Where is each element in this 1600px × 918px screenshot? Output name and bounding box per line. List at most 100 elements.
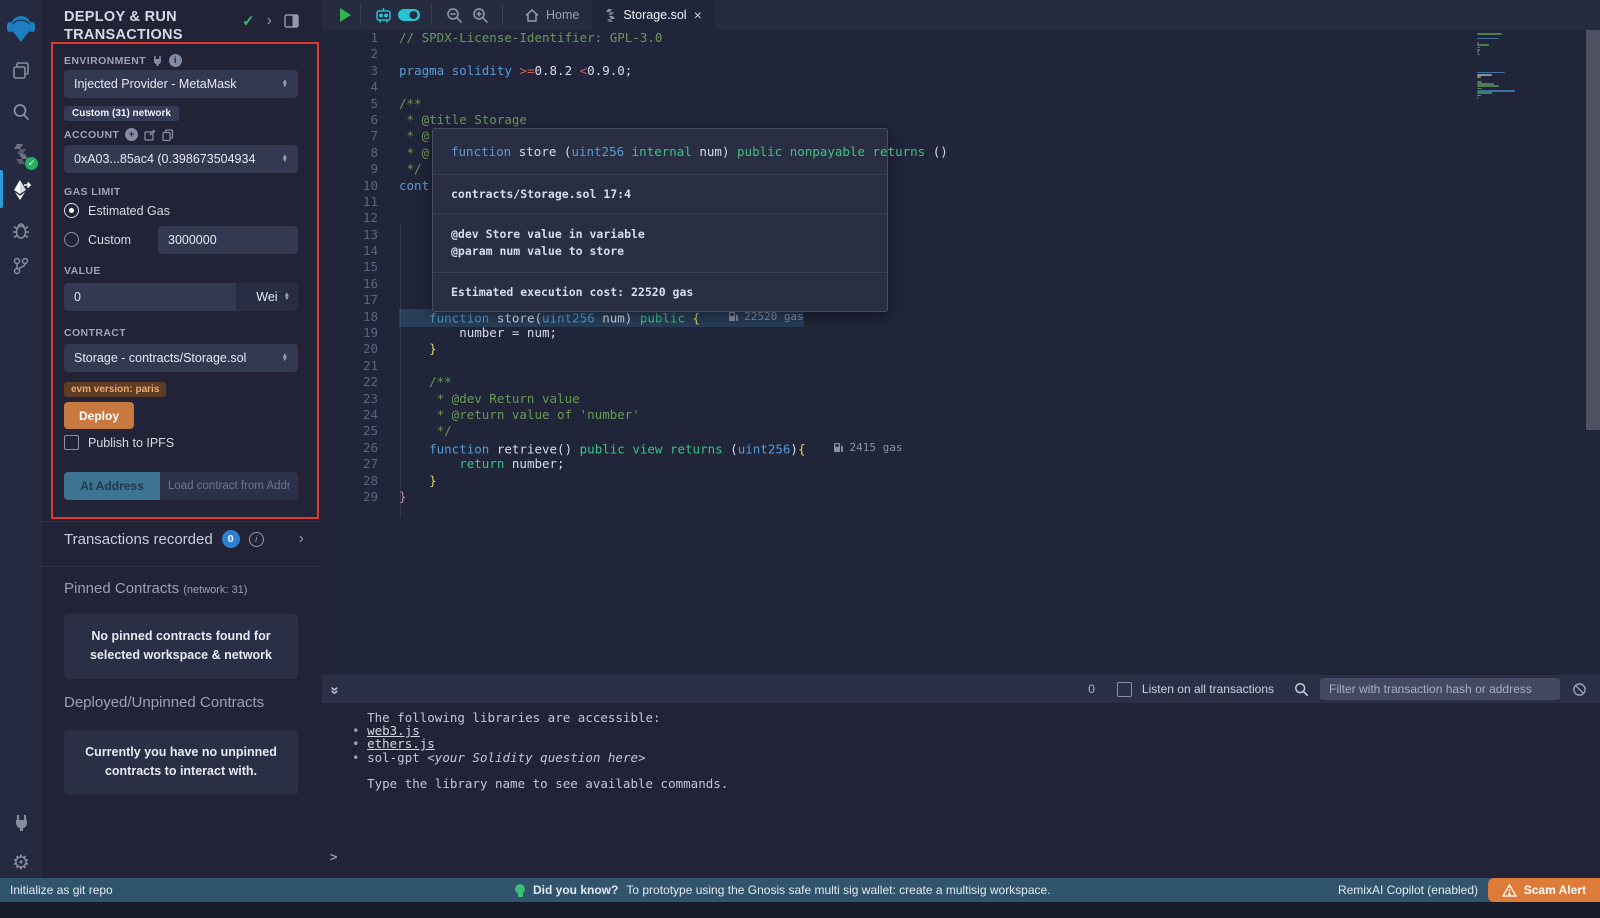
transaction-filter-input[interactable] (1320, 678, 1560, 700)
terminal-prompt[interactable]: > (330, 849, 338, 864)
terminal-line: • sol-gpt <your Solidity question here> (352, 751, 728, 764)
zoom-out-icon[interactable] (441, 2, 467, 28)
deployed-empty-message: Currently you have no unpinned contracts… (64, 730, 298, 795)
zoom-in-icon[interactable] (467, 2, 493, 28)
status-bar: Initialize as git repo Did you know? To … (0, 878, 1600, 902)
main-area: Home Storage.sol × 1// SPDX-License-Iden… (322, 0, 1600, 878)
deploy-run-icon[interactable] (0, 172, 42, 208)
value-label: VALUE (64, 265, 101, 277)
transactions-expand-chevron[interactable]: › (299, 531, 304, 547)
remix-logo-icon[interactable] (0, 8, 42, 48)
remix-ide-window: ✓ ⚙ DEPLOY & RUN TRANSACTIONS ✓ › ENVIRO… (0, 0, 1600, 918)
tooltip-doc: @dev Store value in variable @param num … (433, 213, 887, 272)
bottom-strip (0, 902, 1600, 918)
close-tab-icon[interactable]: × (694, 8, 702, 22)
account-select[interactable]: 0xA03...85ac4 (0.398673504934 ▲▼ (64, 145, 298, 173)
tooltip-gas-cost: Estimated execution cost: 22520 gas (433, 272, 887, 311)
custom-gas-option[interactable]: Custom (64, 232, 131, 247)
terminal-toolbar: » 0 Listen on all transactions (322, 675, 1600, 703)
code-line: 3pragma solidity >=0.8.2 <0.9.0; (322, 63, 1472, 79)
git-icon[interactable] (0, 248, 42, 284)
terminal-tx-count: 0 (1088, 682, 1095, 696)
gas-limit-label: GAS LIMIT (64, 186, 121, 198)
code-line: 23 * @dev Return value (322, 391, 1472, 407)
account-label: ACCOUNT + (64, 128, 174, 141)
code-line: 19 number = num; (322, 325, 1472, 341)
chevron-updown-icon: ▲▼ (282, 354, 288, 362)
estimated-gas-radio[interactable] (64, 203, 79, 218)
git-init-status[interactable]: Initialize as git repo (10, 883, 113, 897)
did-you-know-tip: Did you know? To prototype using the Gno… (515, 883, 1051, 897)
collapse-chevron-icon[interactable]: › (267, 13, 272, 29)
tab-storage-sol[interactable]: Storage.sol × (592, 0, 714, 30)
deploy-run-panel: DEPLOY & RUN TRANSACTIONS ✓ › ENVIRONMEN… (42, 0, 322, 878)
code-line: 1// SPDX-License-Identifier: GPL-3.0 (322, 30, 1472, 46)
icon-sidebar: ✓ ⚙ (0, 0, 42, 878)
lightbulb-icon (515, 884, 525, 897)
listen-all-checkbox[interactable] (1117, 682, 1132, 697)
estimated-gas-option[interactable]: Estimated Gas (64, 203, 170, 218)
environment-select[interactable]: Injected Provider - MetaMask ▲▼ (64, 70, 298, 98)
plug-icon (152, 55, 163, 66)
copy-account-icon[interactable] (162, 129, 174, 141)
contract-label: CONTRACT (64, 327, 126, 339)
at-address-input[interactable] (160, 472, 298, 500)
pinned-empty-message: No pinned contracts found for selected w… (64, 614, 298, 679)
code-line: 22 /** (322, 374, 1472, 390)
value-input[interactable] (64, 283, 236, 311)
transactions-count-badge: 0 (222, 530, 240, 548)
contract-select[interactable]: Storage - contracts/Storage.sol ▲▼ (64, 344, 298, 372)
transactions-info-icon[interactable]: i (249, 532, 264, 547)
minimap[interactable] (1477, 33, 1535, 99)
terminal-output[interactable]: The following libraries are accessible:•… (322, 703, 1600, 878)
run-script-button[interactable] (340, 8, 351, 22)
file-explorer-icon[interactable] (0, 52, 42, 88)
copilot-toggle-icon[interactable] (396, 2, 422, 28)
solidity-file-icon (605, 9, 616, 22)
publish-ipfs-checkbox[interactable] (64, 435, 79, 450)
code-line: 2 (322, 46, 1472, 62)
network-badge: Custom (31) network (64, 103, 179, 121)
publish-ipfs-option[interactable]: Publish to IPFS (64, 435, 174, 450)
transactions-recorded-row[interactable]: Transactions recorded 0 i › (64, 530, 304, 548)
value-unit-select[interactable]: Wei ▲▼ (236, 283, 298, 311)
tab-home[interactable]: Home (512, 0, 592, 30)
pinned-contracts-heading: Pinned Contracts (network: 31) (64, 580, 247, 597)
code-line: 27 return number; (322, 456, 1472, 472)
tooltip-signature: function store (uint256 internal num) pu… (433, 129, 887, 174)
environment-label: ENVIRONMENT i (64, 54, 182, 67)
environment-info-icon[interactable]: i (169, 54, 182, 67)
terminal-lines: The following libraries are accessible:•… (352, 711, 728, 790)
hover-tooltip: function store (uint256 internal num) pu… (432, 128, 888, 312)
terminal-search-icon[interactable] (1288, 676, 1314, 702)
terminal-line: Type the library name to see available c… (352, 777, 728, 790)
code-line: 24 * @return value of 'number' (322, 407, 1472, 423)
at-address-button[interactable]: At Address (64, 472, 160, 500)
evm-version-badge: evm version: paris (64, 379, 166, 397)
add-account-icon[interactable]: + (125, 128, 138, 141)
pin-panel-icon[interactable] (284, 14, 299, 28)
debugger-icon[interactable] (0, 212, 42, 248)
warning-icon (1502, 884, 1517, 897)
edit-account-icon[interactable] (144, 129, 156, 141)
custom-gas-input[interactable] (158, 226, 298, 254)
expand-terminal-icon[interactable]: » (327, 686, 344, 692)
search-icon[interactable] (0, 94, 42, 130)
deployed-contracts-heading: Deployed/Unpinned Contracts (64, 694, 264, 711)
panel-title: DEPLOY & RUN TRANSACTIONS (64, 8, 244, 44)
plugin-manager-icon[interactable] (0, 804, 42, 840)
copilot-status[interactable]: RemixAI Copilot (enabled) (1338, 883, 1478, 897)
editor-scrollbar[interactable] (1586, 30, 1600, 430)
solidity-compiler-icon[interactable]: ✓ (0, 136, 42, 172)
deploy-button[interactable]: Deploy (64, 402, 134, 429)
clear-console-icon[interactable] (1566, 676, 1592, 702)
code-line: 4 (322, 79, 1472, 95)
settings-gear-icon[interactable]: ⚙ (0, 844, 42, 880)
code-editor[interactable]: 1// SPDX-License-Identifier: GPL-3.023pr… (322, 30, 1600, 705)
code-line: 5/** (322, 96, 1472, 112)
code-line: 20 } (322, 341, 1472, 357)
scam-alert-button[interactable]: Scam Alert (1488, 878, 1600, 902)
custom-gas-radio[interactable] (64, 232, 79, 247)
chevron-updown-icon: ▲▼ (284, 293, 290, 301)
ai-copilot-icon[interactable] (370, 2, 396, 28)
